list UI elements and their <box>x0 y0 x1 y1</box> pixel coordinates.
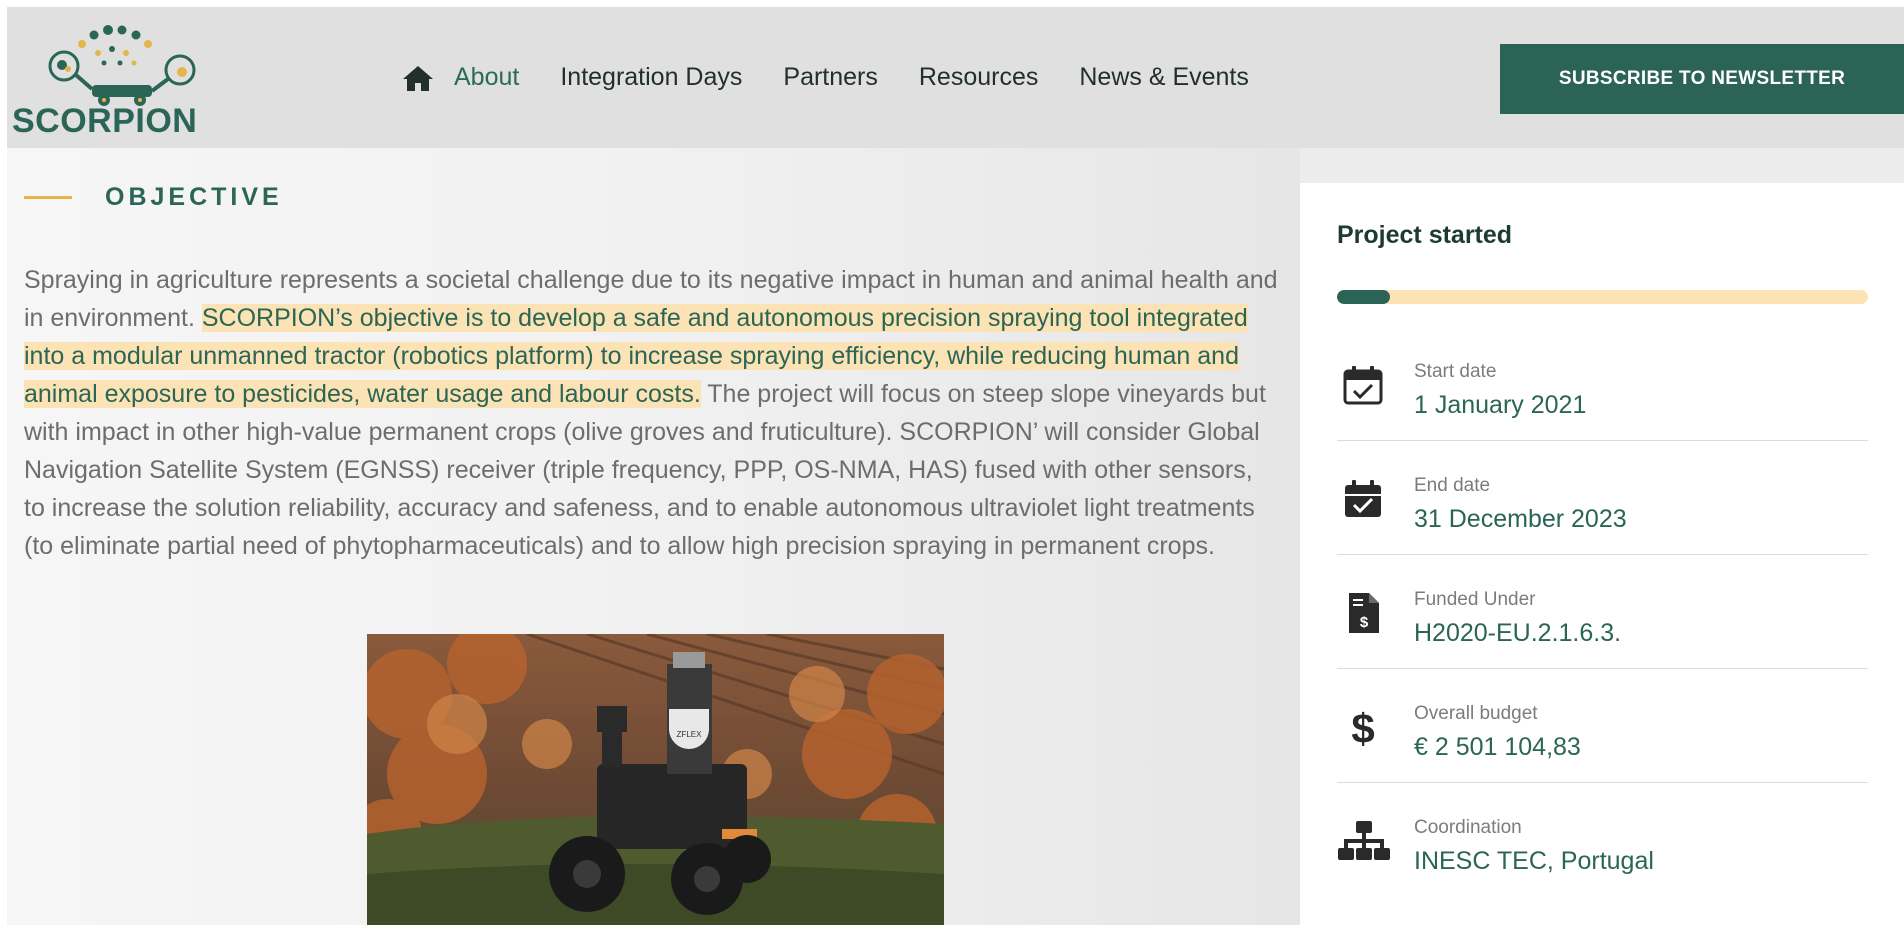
robot-vineyard-photo: ZFLEX <box>367 634 944 925</box>
subscribe-newsletter-button[interactable]: SUBSCRIBE TO NEWSLETTER <box>1500 44 1904 114</box>
brand-name[interactable]: SCORPION <box>12 102 197 141</box>
nav-item-resources[interactable]: Resources <box>919 63 1039 92</box>
project-info-sidebar: Project started Start date 1 January 202… <box>1300 183 1904 925</box>
info-label: Overall budget <box>1414 703 1538 724</box>
sitemap-icon <box>1338 821 1390 860</box>
nav-item-integration-days[interactable]: Integration Days <box>560 63 742 92</box>
project-status-title: Project started <box>1337 221 1513 249</box>
section-title-objective: OBJECTIVE <box>105 183 283 211</box>
calendar-check-icon <box>1343 366 1383 405</box>
info-row-funded-under: $ Funded Under H2020-EU.2.1.6.3. <box>1337 555 1868 669</box>
file-invoice-dollar-icon: $ <box>1349 593 1379 633</box>
info-value: € 2 501 104,83 <box>1414 733 1581 761</box>
svg-text:$: $ <box>1360 614 1369 631</box>
info-label: End date <box>1414 475 1491 496</box>
nav-item-about[interactable]: About <box>454 63 519 92</box>
info-value: INESC TEC, Portugal <box>1414 847 1654 875</box>
project-progress-bar <box>1337 290 1868 304</box>
info-label: Start date <box>1414 361 1497 382</box>
info-row-start-date: Start date 1 January 2021 <box>1337 327 1868 441</box>
info-label: Funded Under <box>1414 589 1536 610</box>
site-header: SCORPION About Integration Days Partners… <box>7 7 1904 148</box>
calendar-check-filled-icon <box>1345 480 1381 517</box>
info-value: H2020-EU.2.1.6.3. <box>1414 619 1622 647</box>
info-label: Coordination <box>1414 817 1522 838</box>
info-value: 31 December 2023 <box>1414 505 1627 533</box>
main-nav: About Integration Days Partners Resource… <box>402 63 1290 92</box>
info-row-end-date: End date 31 December 2023 <box>1337 441 1868 555</box>
objective-paragraph: Spraying in agriculture represents a soc… <box>24 261 1279 565</box>
svg-text:$: $ <box>1351 705 1374 749</box>
info-row-overall-budget: $ Overall budget € 2 501 104,83 <box>1337 669 1868 783</box>
section-rule <box>24 196 72 199</box>
main-content: OBJECTIVE Spraying in agriculture repres… <box>7 148 1300 925</box>
info-value: 1 January 2021 <box>1414 391 1587 419</box>
camera-label: ZFLEX <box>677 730 703 739</box>
home-icon[interactable] <box>402 64 434 92</box>
nav-item-partners[interactable]: Partners <box>783 63 877 92</box>
nav-item-news-events[interactable]: News & Events <box>1079 63 1249 92</box>
project-progress-fill <box>1337 290 1391 304</box>
dollar-icon: $ <box>1351 705 1374 749</box>
info-row-coordination: Coordination INESC TEC, Portugal <box>1337 783 1868 897</box>
page-frame: SCORPION About Integration Days Partners… <box>7 7 1904 925</box>
